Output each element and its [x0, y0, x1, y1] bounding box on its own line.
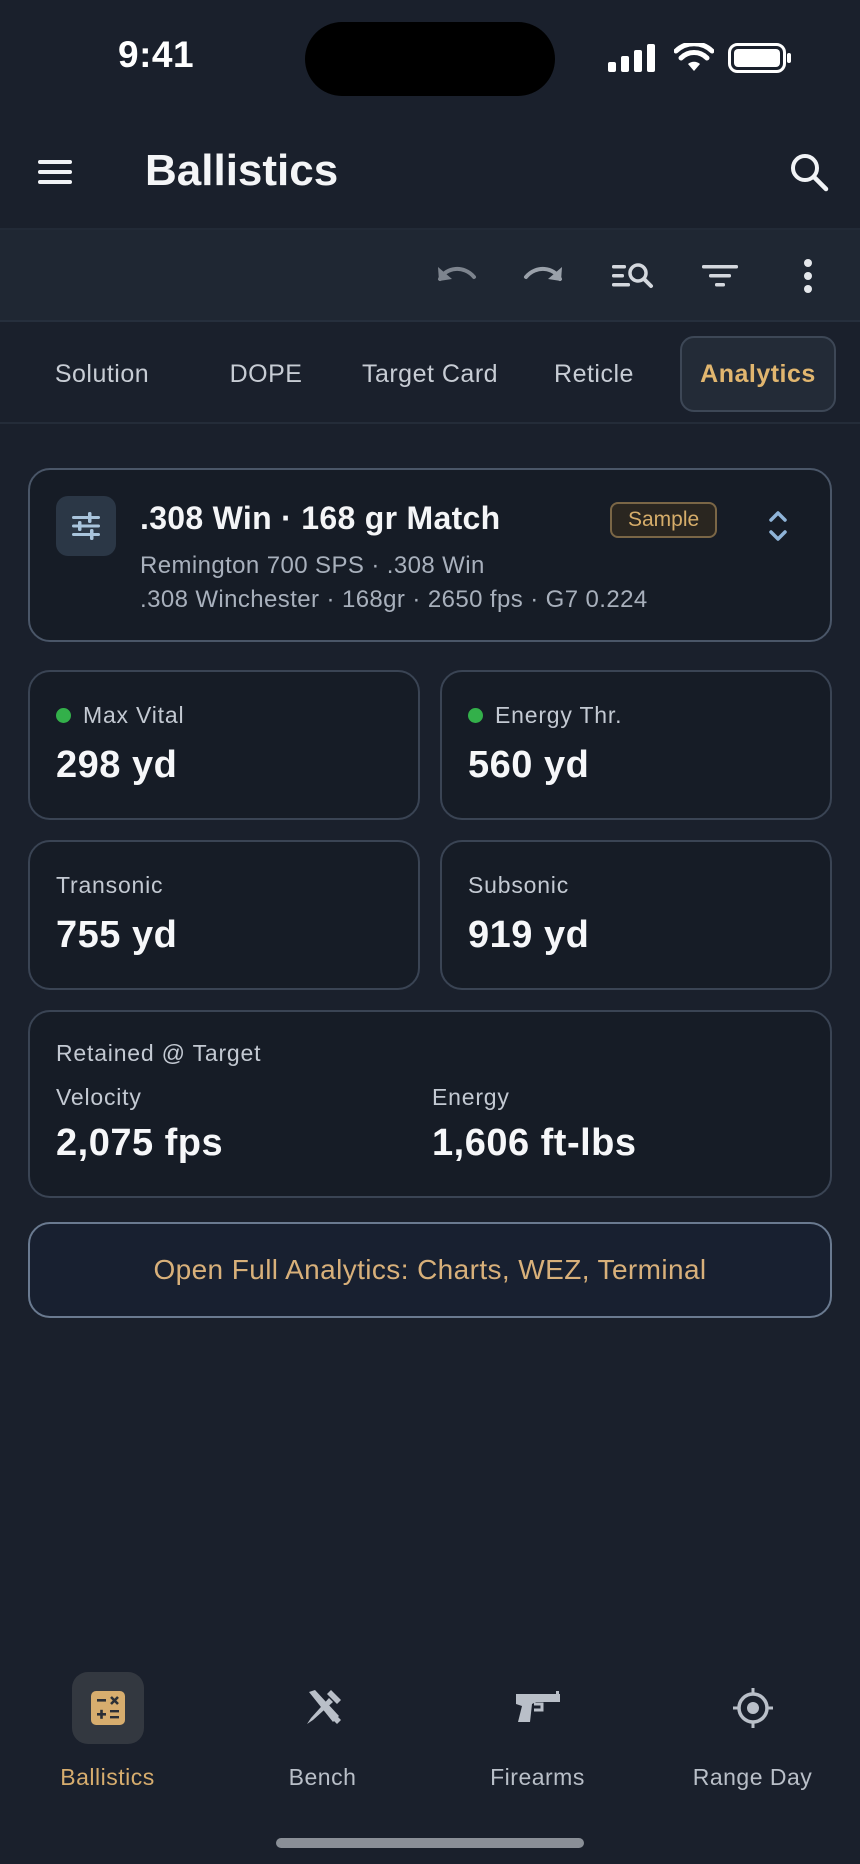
stat-label: Max Vital — [56, 702, 184, 729]
undo-icon — [438, 267, 476, 281]
battery-icon — [728, 43, 791, 73]
menu-button[interactable] — [30, 150, 80, 194]
load-card[interactable]: .308 Win · 168 gr Match Sample Remington… — [28, 468, 832, 642]
retained-title: Retained @ Target — [56, 1040, 262, 1066]
tune-icon — [72, 512, 100, 540]
redo-icon — [524, 267, 562, 281]
load-settings-button[interactable] — [56, 496, 116, 556]
search-list-button[interactable] — [606, 250, 658, 302]
status-time: 9:41 — [118, 34, 195, 75]
open-full-analytics-button[interactable]: Open Full Analytics: Charts, WEZ, Termin… — [28, 1222, 832, 1318]
expand-button[interactable] — [760, 506, 796, 546]
stat-value: 298 yd — [56, 744, 178, 786]
more-vert-icon — [804, 259, 812, 293]
search-icon — [791, 154, 829, 192]
calculator-icon — [90, 1691, 125, 1725]
nav-label: Range Day — [692, 1764, 813, 1790]
velocity-label: Velocity — [56, 1084, 142, 1110]
search-button[interactable] — [785, 148, 835, 198]
nav-item-ballistics[interactable]: Ballistics — [0, 1672, 215, 1792]
menu-icon — [38, 160, 72, 184]
stat-label-text: Transonic — [56, 872, 164, 898]
nav-icon-container — [71, 1672, 144, 1744]
energy-value: 1,606 ft-lbs — [432, 1122, 637, 1164]
filter-button[interactable] — [694, 250, 746, 302]
status-dot — [56, 708, 71, 723]
stat-label-text: Subsonic — [468, 872, 570, 898]
nav-item-range-day[interactable]: Range Day — [645, 1672, 860, 1792]
chevron-up-down-icon — [769, 511, 787, 541]
stat-card-transonic: Transonic 755 yd — [28, 840, 420, 990]
search-list-icon — [612, 263, 653, 288]
stat-card-subsonic: Subsonic 919 yd — [440, 840, 832, 990]
tools-icon — [306, 1690, 341, 1724]
screen: 9:41 Ballistics Solution DOPE Target Car… — [0, 0, 860, 1864]
status-dot — [468, 708, 483, 723]
velocity-value: 2,075 fps — [56, 1122, 224, 1164]
bottom-nav: Ballistics Bench Firearms Range Day — [0, 1650, 860, 1864]
app-bar: Ballistics — [0, 116, 860, 230]
page-title: Ballistics — [145, 146, 339, 195]
stat-label: Subsonic — [468, 872, 569, 899]
stat-value: 560 yd — [468, 744, 590, 786]
nav-icon-container — [717, 1672, 789, 1744]
nav-icon-container — [287, 1672, 359, 1744]
toolbar — [0, 230, 860, 322]
wifi-icon — [674, 43, 714, 71]
sample-badge: Sample — [610, 502, 718, 538]
more-button[interactable] — [782, 250, 834, 302]
nav-icon-container — [502, 1672, 574, 1744]
stat-label: Transonic — [56, 872, 163, 899]
pistol-icon — [515, 1691, 560, 1722]
nav-label: Bench — [288, 1764, 357, 1790]
redo-button[interactable] — [518, 250, 570, 302]
stat-card-energy-threshold: Energy Thr. 560 yd — [440, 670, 832, 820]
load-details: .308 Winchester · 168gr · 2650 fps · G7 … — [140, 586, 648, 613]
stat-label-text: Max Vital — [83, 702, 185, 728]
tab-bar: Solution DOPE Target Card Reticle Analyt… — [0, 322, 860, 424]
nav-label: Firearms — [490, 1764, 585, 1790]
stat-value: 755 yd — [56, 914, 178, 956]
tab-analytics[interactable]: Analytics — [680, 336, 836, 412]
nav-item-bench[interactable]: Bench — [215, 1672, 430, 1792]
tab-target-card[interactable]: Target Card — [348, 336, 512, 412]
signal-icon — [608, 44, 655, 72]
stat-card-max-vital: Max Vital 298 yd — [28, 670, 420, 820]
undo-button[interactable] — [430, 250, 482, 302]
nav-label: Ballistics — [60, 1764, 155, 1790]
load-title: .308 Win · 168 gr Match — [140, 500, 501, 536]
status-icons — [608, 40, 792, 76]
stat-value: 919 yd — [468, 914, 590, 956]
status-bar: 9:41 — [0, 0, 860, 116]
filter-icon — [702, 265, 738, 287]
dynamic-island — [305, 22, 555, 96]
home-indicator — [276, 1838, 584, 1848]
load-rifle: Remington 700 SPS · .308 Win — [140, 552, 485, 579]
nav-item-firearms[interactable]: Firearms — [430, 1672, 645, 1792]
target-icon — [732, 1688, 773, 1728]
energy-label: Energy — [432, 1084, 510, 1110]
retained-card: Retained @ Target Velocity 2,075 fps Ene… — [28, 1010, 832, 1198]
stat-label: Energy Thr. — [468, 702, 622, 729]
stat-label-text: Energy Thr. — [495, 702, 623, 728]
tab-dope[interactable]: DOPE — [184, 336, 348, 412]
tab-reticle[interactable]: Reticle — [512, 336, 676, 412]
tab-solution[interactable]: Solution — [20, 336, 184, 412]
